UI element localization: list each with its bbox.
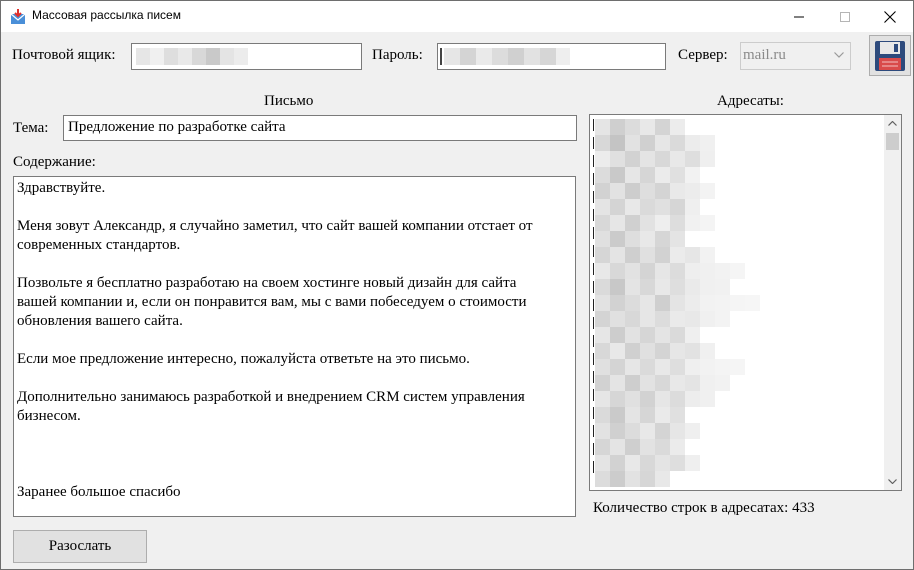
content-line: вашей компании и, если он понравится вам…	[17, 294, 527, 310]
mail-app-icon	[10, 9, 26, 24]
main-window: Массовая рассылка писем Почтовой ящик: П…	[0, 0, 914, 570]
minimize-button[interactable]	[776, 1, 822, 32]
server-select[interactable]: mail.ru	[740, 42, 851, 70]
maximize-icon	[840, 11, 850, 22]
floppy-disk-icon	[875, 40, 905, 71]
redacted-password	[440, 48, 570, 65]
recipients-list[interactable]	[589, 114, 902, 491]
close-button[interactable]	[867, 1, 913, 32]
minimize-icon	[794, 16, 804, 17]
send-button[interactable]: Разослать	[13, 530, 147, 563]
close-icon	[884, 10, 896, 23]
content-line: Здравствуйте.	[17, 180, 106, 196]
title-bar: Массовая рассылка писем	[1, 1, 913, 32]
content-line: бизнесом.	[17, 408, 81, 424]
password-input[interactable]	[437, 43, 666, 70]
letter-section-label: Письмо	[264, 93, 314, 109]
scroll-up-button[interactable]	[884, 115, 901, 132]
content-line: Меня зовут Александр, я случайно заметил…	[17, 218, 533, 234]
scroll-thumb[interactable]	[886, 133, 899, 150]
content-line: Заранее большое спасибо	[17, 484, 181, 500]
chevron-down-icon	[834, 52, 844, 58]
window-title: Массовая рассылка писем	[32, 8, 181, 22]
save-button[interactable]	[869, 35, 911, 76]
send-button-label: Разослать	[48, 538, 112, 554]
content-textarea[interactable]: Здравствуйте. Меня зовут Александр, я сл…	[13, 176, 576, 517]
server-value: mail.ru	[743, 47, 786, 63]
chevron-down-icon	[888, 479, 897, 484]
maximize-button[interactable]	[822, 1, 868, 32]
content-line: Позвольте я бесплатно разработаю на свое…	[17, 275, 517, 291]
server-label: Сервер:	[678, 47, 728, 63]
recipients-scrollbar[interactable]	[884, 115, 901, 490]
password-label: Пароль:	[372, 47, 423, 63]
subject-value: Предложение по разработке сайта	[68, 119, 286, 135]
recipients-count: Количество строк в адресатах: 433	[593, 500, 815, 516]
content-label: Содержание:	[13, 154, 96, 170]
chevron-up-icon	[888, 121, 897, 126]
redacted-recipients	[593, 119, 760, 487]
mailbox-input[interactable]	[131, 43, 362, 70]
content-line: современных стандартов.	[17, 237, 181, 253]
content-line: Дополнительно занимаюсь разработкой и вн…	[17, 389, 525, 405]
redacted-mailbox	[136, 48, 248, 65]
content-line: обновления вашего сайта.	[17, 313, 183, 329]
recipients-section-label: Адресаты:	[717, 93, 784, 109]
content-line: Если мое предложение интересно, пожалуйс…	[17, 351, 470, 367]
subject-input[interactable]: Предложение по разработке сайта	[63, 115, 577, 141]
mailbox-label: Почтовой ящик:	[12, 47, 116, 63]
scroll-down-button[interactable]	[884, 473, 901, 490]
subject-label: Тема:	[13, 120, 49, 136]
